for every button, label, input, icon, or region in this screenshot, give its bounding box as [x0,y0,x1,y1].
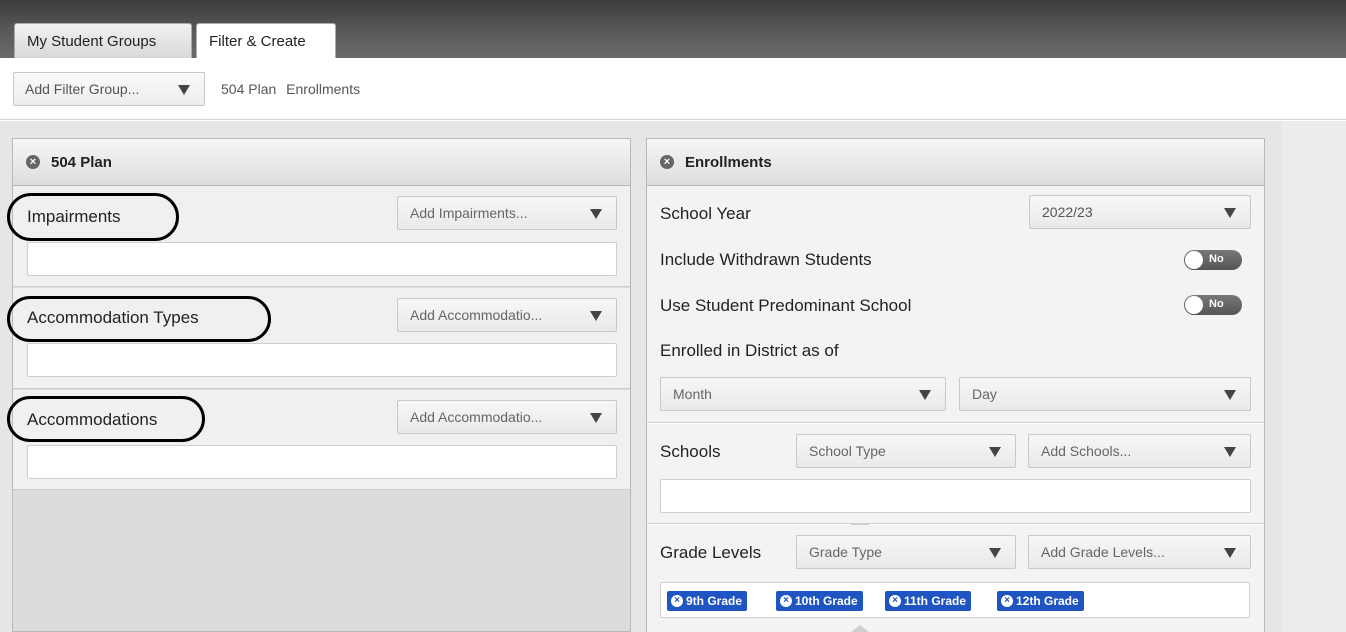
chevron-down-icon [1224,208,1236,218]
chevron-down-icon [590,209,602,219]
panel-504-plan: × 504 Plan Impairments Add Impairments..… [7,138,631,632]
annotation-circle-impairments [7,193,179,241]
add-grade-levels-dropdown[interactable]: Add Grade Levels... [1028,535,1251,569]
school-year-dropdown[interactable]: 2022/23 [1029,195,1251,229]
remove-icon[interactable]: × [1001,595,1013,607]
accommodations-input[interactable] [27,445,617,479]
top-tab-bar: My Student Groups Filter & Create [0,0,1346,58]
day-placeholder: Day [972,386,997,402]
grade-chip-label: 11th Grade [904,594,967,608]
close-icon[interactable]: × [26,155,40,169]
add-accommodation-types-dropdown[interactable]: Add Accommodatio... [397,298,617,332]
panel-enrollments-title: Enrollments [685,154,772,171]
grade-chip[interactable]: × 9th Grade [667,591,748,611]
day-dropdown[interactable]: Day [959,377,1251,411]
grade-chip[interactable]: × 10th Grade [776,591,863,611]
panel-enrollments: × Enrollments School Year 2022/23 Includ… [646,138,1265,632]
chevron-down-icon [1224,390,1236,400]
remove-icon[interactable]: × [889,595,901,607]
month-dropdown[interactable]: Month [660,377,946,411]
panel-504-plan-title: 504 Plan [51,154,112,171]
add-accommodations-dropdown[interactable]: Add Accommodatio... [397,400,617,434]
predominant-school-state: No [1209,298,1224,310]
chevron-down-icon [989,548,1001,558]
predominant-school-label: Use Student Predominant School [660,296,912,315]
grade-levels-label: Grade Levels [660,543,762,562]
school-year-value: 2022/23 [1042,204,1093,220]
chevron-down-icon [1224,447,1236,457]
schools-section: Schools School Type Add Schools... [647,424,1264,524]
chevron-down-icon [1224,548,1236,558]
tab-filter-create[interactable]: Filter & Create [196,23,336,58]
include-withdrawn-state: No [1209,253,1224,265]
predominant-school-toggle[interactable]: No [1184,295,1242,315]
schools-input[interactable] [660,479,1251,513]
filter-toolbar: Add Filter Group... 504 Plan Enrollments [0,58,1346,120]
enrolled-as-of-label: Enrolled in District as of [660,341,839,360]
add-accommodation-types-text: Add Accommodatio... [410,307,543,323]
remove-icon[interactable]: × [671,595,683,607]
add-schools-placeholder: Add Schools... [1041,443,1132,459]
chevron-down-icon [919,390,931,400]
month-placeholder: Month [673,386,712,402]
school-year-label: School Year [660,204,751,223]
chevron-down-icon [178,85,190,95]
tab-my-student-groups[interactable]: My Student Groups [14,23,192,58]
grade-chip-label: 12th Grade [1016,594,1079,608]
schools-label: Schools [660,442,721,461]
toggle-knob [1185,251,1203,269]
grade-chip-label: 10th Grade [795,594,858,608]
grade-chip[interactable]: × 11th Grade [885,591,972,611]
add-filter-group-dropdown[interactable]: Add Filter Group... [13,72,205,106]
grade-chip[interactable]: × 12th Grade [997,591,1084,611]
include-withdrawn-toggle[interactable]: No [1184,250,1242,270]
grade-type-placeholder: Grade Type [809,544,882,560]
add-impairments-text: Add Impairments... [410,205,528,221]
chevron-down-icon [590,413,602,423]
annotation-circle-accommodation-types [7,296,271,342]
include-withdrawn-label: Include Withdrawn Students [660,250,872,269]
add-filter-group-label: Add Filter Group... [25,81,140,97]
add-accommodations-text: Add Accommodatio... [410,409,543,425]
add-impairments-dropdown[interactable]: Add Impairments... [397,196,617,230]
close-icon[interactable]: × [660,155,674,169]
enrollments-general-section: School Year 2022/23 Include Withdrawn St… [647,186,1264,423]
toggle-knob [1185,296,1203,314]
add-schools-dropdown[interactable]: Add Schools... [1028,434,1251,468]
grade-levels-chip-box[interactable]: × 9th Grade × 10th Grade × 11th Grade × … [660,582,1250,618]
chevron-down-icon [989,447,1001,457]
section-notch [850,625,870,632]
filter-group-breadcrumb: 504 Plan Enrollments [221,81,366,97]
right-gutter [1281,121,1346,632]
panel-504-plan-header: × 504 Plan [13,139,630,186]
remove-icon[interactable]: × [780,595,792,607]
panel-enrollments-header: × Enrollments [647,139,1264,186]
add-grade-levels-placeholder: Add Grade Levels... [1041,544,1165,560]
accommodation-types-input[interactable] [27,343,617,377]
school-type-placeholder: School Type [809,443,886,459]
grade-type-dropdown[interactable]: Grade Type [796,535,1016,569]
crumb-enrollments[interactable]: Enrollments [286,81,360,97]
chevron-down-icon [590,311,602,321]
grade-chip-label: 9th Grade [686,594,743,608]
crumb-504-plan[interactable]: 504 Plan [221,81,276,97]
impairments-input[interactable] [27,242,617,276]
annotation-circle-accommodations [7,396,205,442]
school-type-dropdown[interactable]: School Type [796,434,1016,468]
